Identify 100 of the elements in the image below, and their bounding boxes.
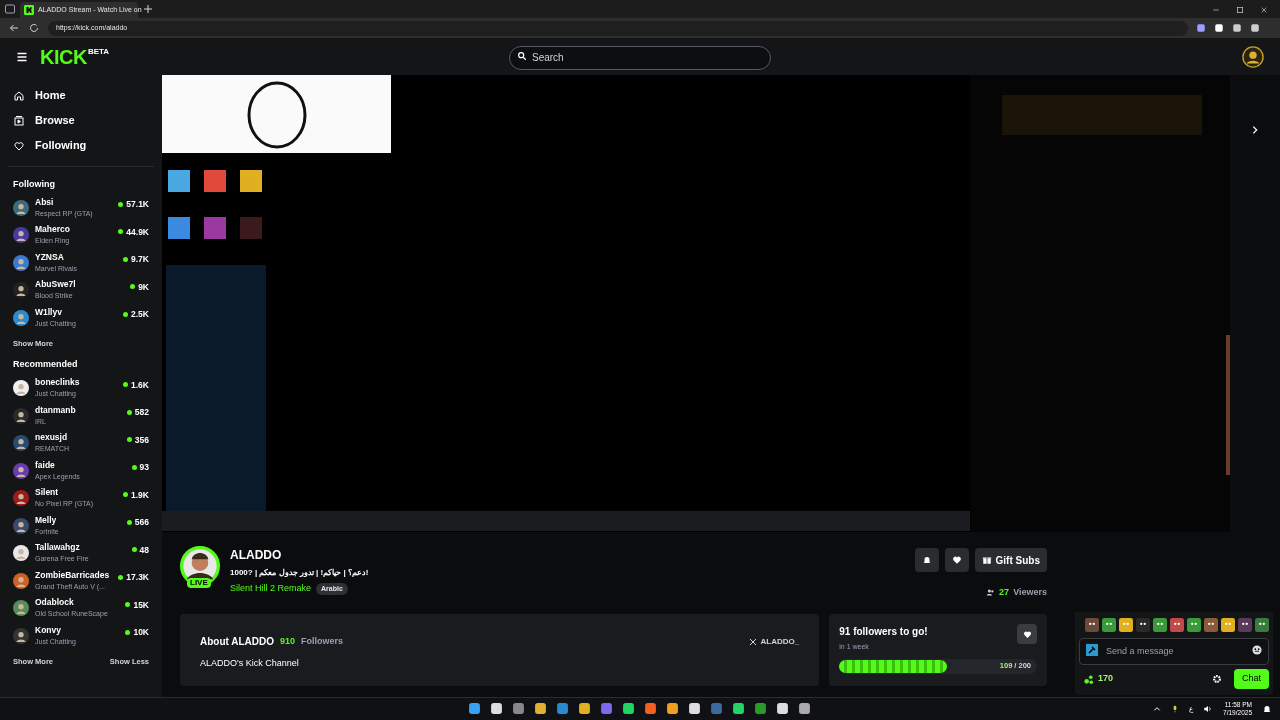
follow-button[interactable]: [944, 548, 969, 572]
close-icon[interactable]: [1260, 6, 1268, 14]
profile-avatar-icon[interactable]: [1242, 45, 1264, 68]
live-dot-icon: [123, 311, 129, 317]
avatar-icon: [13, 462, 29, 479]
app-icon[interactable]: [688, 702, 701, 715]
app-icon[interactable]: [666, 702, 679, 715]
emoji-icon[interactable]: [1252, 645, 1262, 655]
live-dot-icon: [131, 547, 137, 553]
app-icon[interactable]: [622, 702, 635, 715]
social-link[interactable]: ALADDO_: [748, 635, 800, 648]
live-dot-icon: [123, 492, 129, 498]
follow-button[interactable]: [1017, 624, 1037, 644]
emote-icon[interactable]: [1204, 618, 1218, 632]
avatar-icon: [13, 572, 29, 589]
emote-icon[interactable]: [1238, 618, 1252, 632]
live-dot-icon: [125, 602, 131, 608]
gift-subs-button[interactable]: Gift Subs: [974, 548, 1047, 572]
avatar-icon: [13, 254, 29, 271]
viewer-count: 2.5K: [131, 308, 149, 321]
viewer-count: 15K: [133, 598, 149, 612]
avatar-icon: [13, 407, 29, 424]
chat-send-button[interactable]: Chat: [1234, 669, 1269, 689]
back-icon[interactable]: [8, 22, 20, 34]
channel-name: Absi: [35, 196, 55, 208]
settings-icon[interactable]: [1212, 674, 1222, 684]
viewer-count: 17.3K: [126, 571, 149, 584]
viewer-count: 9.7K: [131, 253, 149, 266]
tab-actions-icon[interactable]: [4, 3, 16, 15]
kick-favicon-icon: [24, 5, 34, 15]
x-logo-icon: [748, 637, 757, 646]
new-tab-icon[interactable]: [142, 3, 154, 15]
live-dot-icon: [125, 629, 131, 635]
channel-name: ALADDO: [230, 547, 283, 564]
app-icon[interactable]: [468, 702, 481, 715]
gift-icon: [981, 555, 992, 565]
emote-icon[interactable]: [1170, 618, 1184, 632]
bell-icon: [921, 555, 932, 565]
live-badge: LIVE: [187, 578, 211, 588]
menu-icon[interactable]: [16, 50, 28, 63]
viewer-label: Viewers: [1013, 586, 1047, 599]
viewer-count: 566: [134, 516, 149, 529]
app-icon[interactable]: [776, 702, 789, 715]
app-icon[interactable]: [578, 702, 591, 715]
live-dot-icon: [118, 229, 124, 235]
about-title: About ALADDO: [200, 635, 275, 649]
heart-icon: [951, 555, 962, 565]
channel-name: W1llyv: [35, 306, 63, 318]
nav-link[interactable]: Following: [0, 133, 162, 158]
live-dot-icon: [123, 256, 129, 262]
app-icon[interactable]: [534, 702, 547, 715]
app-icon[interactable]: [798, 702, 811, 715]
category-link[interactable]: Silent Hill 2 Remake: [230, 582, 312, 596]
live-dot-icon: [130, 284, 136, 290]
about-description: ALADDO's Kick Channel: [200, 657, 300, 670]
chevron-up-icon[interactable]: [1153, 705, 1162, 713]
emote-icon[interactable]: [1085, 618, 1099, 632]
section-heading: Following: [12, 177, 56, 191]
channel-name: Konvy: [35, 624, 62, 636]
emote-icon[interactable]: [1255, 618, 1269, 632]
avatar-icon: [13, 517, 29, 534]
message-field[interactable]: Send a message: [1079, 637, 1269, 665]
reload-icon[interactable]: [28, 22, 40, 34]
search-field[interactable]: Search: [509, 45, 771, 70]
viewer-count: 48: [139, 543, 149, 557]
live-dot-icon: [126, 519, 132, 525]
channel-name: AbuSwe7l: [35, 279, 77, 291]
channel-name: YZNSA: [35, 251, 65, 263]
avatar-icon: [13, 627, 29, 644]
app-icon[interactable]: [644, 702, 657, 715]
goal-title: 91 followers to go!: [839, 625, 929, 639]
channel-name: nexusjd: [35, 432, 69, 444]
notification-button[interactable]: [914, 548, 939, 572]
avatar-icon: [13, 600, 29, 617]
viewer-count: 582: [134, 406, 149, 419]
viewer-count: 9K: [138, 280, 149, 294]
followers-label: Followers: [301, 634, 344, 648]
emote-icon[interactable]: [1136, 618, 1150, 632]
maximize-icon[interactable]: [1236, 6, 1244, 14]
nav-link[interactable]: Home: [0, 83, 162, 108]
volume-icon[interactable]: [1203, 704, 1214, 714]
viewers-icon: [986, 588, 996, 598]
avatar-icon: [13, 545, 29, 562]
notification-icon[interactable]: [1262, 704, 1272, 714]
viewer-count: 10K: [133, 626, 149, 639]
minimize-icon[interactable]: [1212, 6, 1220, 14]
nav-link[interactable]: Browse: [0, 108, 162, 133]
live-dot-icon: [126, 409, 132, 415]
home-icon: [13, 89, 25, 102]
channel-name: dtanmanb: [35, 404, 77, 416]
viewer-count: 44.9K: [126, 225, 149, 239]
stream-title: 1000? | دعم؟ | حياكم! | تدور جدول معكم!: [230, 567, 370, 579]
viewer-count: 356: [134, 433, 149, 447]
channel-name: Tallawahgz: [35, 542, 81, 554]
chevron-right-icon[interactable]: [1250, 125, 1260, 135]
section-heading: Recommended: [12, 358, 79, 372]
avatar-icon: [13, 227, 29, 244]
app-icon[interactable]: [732, 702, 745, 715]
viewer-count: 93: [139, 461, 149, 474]
app-icon[interactable]: [490, 702, 503, 715]
